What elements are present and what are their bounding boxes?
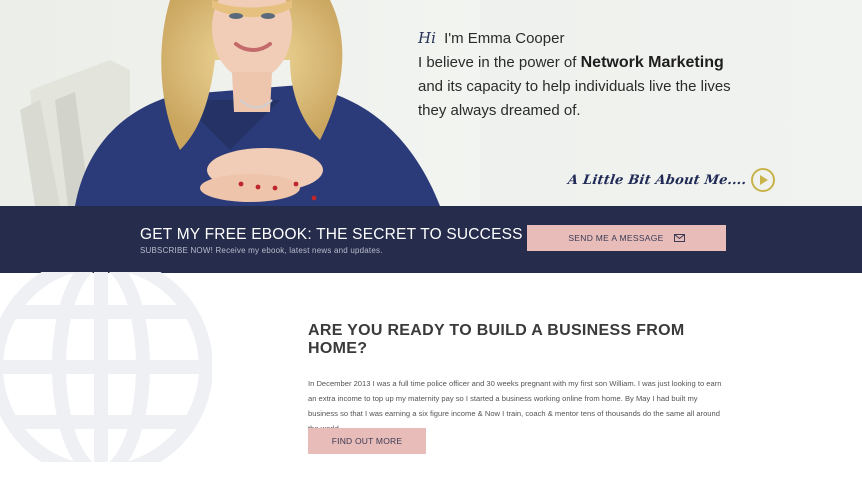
business-section: ARE YOU READY TO BUILD A BUSINESS FROM H…	[308, 322, 728, 436]
find-out-more-button[interactable]: FIND OUT MORE	[308, 428, 426, 454]
play-circle-icon[interactable]	[750, 168, 775, 192]
belief-prefix: I believe in the power of	[418, 54, 581, 71]
about-me-link[interactable]: A Little Bit About Me....	[567, 168, 775, 192]
send-message-label: SEND ME A MESSAGE	[568, 233, 664, 243]
about-me-label[interactable]: A Little Bit About Me....	[567, 173, 748, 188]
section-title: ARE YOU READY TO BUILD A BUSINESS FROM H…	[308, 322, 685, 357]
greeting-hi: Hi	[418, 29, 436, 47]
globe-icon	[0, 272, 212, 462]
envelope-icon	[673, 234, 685, 242]
ebook-band: GET MY FREE EBOOK: THE SECRET TO SUCCESS…	[0, 206, 862, 273]
section-body: In December 2013 I was a full time polic…	[308, 379, 722, 433]
send-message-button[interactable]: SEND ME A MESSAGE	[527, 225, 726, 251]
hero-intro: Hi I'm Emma Cooper I believe in the powe…	[418, 27, 838, 122]
hero-portrait-image	[0, 0, 480, 206]
find-out-more-label: FIND OUT MORE	[331, 436, 403, 446]
belief-line-3: they always dreamed of.	[418, 102, 581, 119]
belief-line-1: I believe in the power of Network Market…	[418, 51, 838, 74]
greeting-line: Hi I'm Emma Cooper	[418, 27, 838, 50]
name-text: I'm Emma Cooper	[444, 30, 565, 47]
ebook-title: GET MY FREE EBOOK: THE SECRET TO SUCCESS	[140, 226, 523, 243]
hero-section: Hi I'm Emma Cooper I believe in the powe…	[0, 0, 862, 206]
ebook-subtitle: SUBSCRIBE NOW! Receive my ebook, latest …	[140, 246, 383, 255]
belief-highlight: Network Marketing	[580, 54, 724, 71]
belief-line-2: and its capacity to help individuals liv…	[418, 78, 731, 95]
